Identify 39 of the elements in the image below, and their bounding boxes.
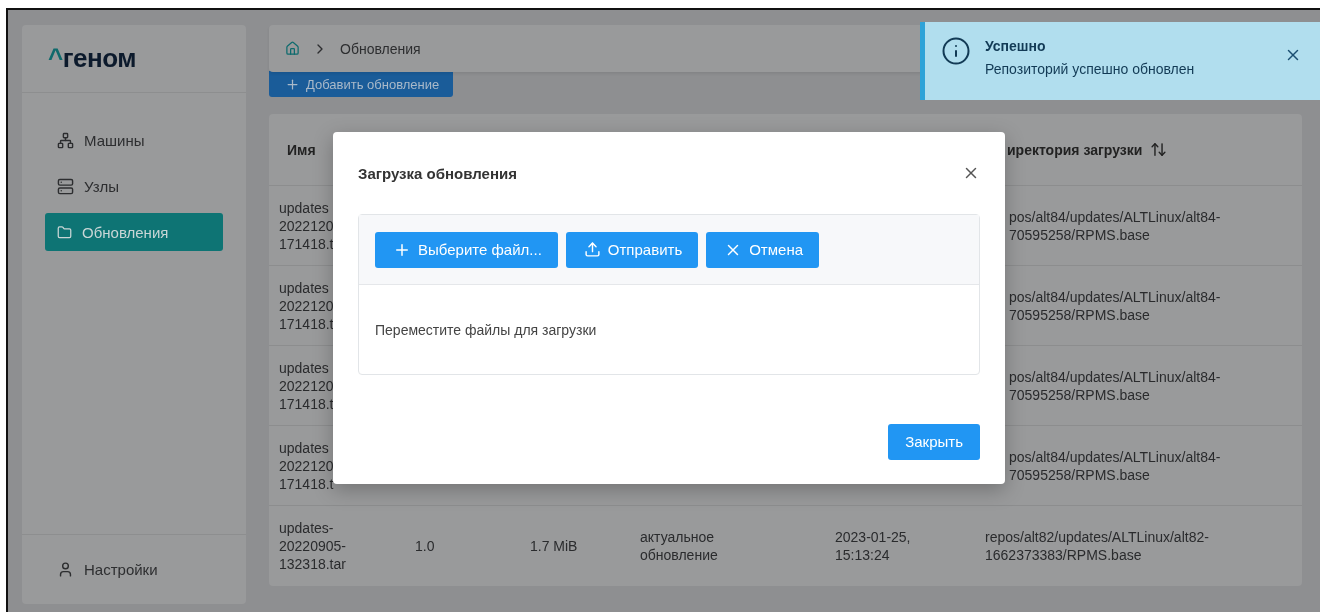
table-cell: updates 2022120 171418.t bbox=[279, 198, 334, 253]
server-icon bbox=[57, 177, 74, 195]
table-cell: 1.0 bbox=[415, 537, 435, 555]
table-cell: 2023-01-25, 15:13:24 bbox=[835, 528, 911, 564]
table-cell: updates 2022120 171418.t bbox=[279, 278, 334, 333]
nav-item[interactable]: Машины bbox=[45, 121, 223, 159]
folder-icon bbox=[57, 224, 72, 240]
upload-button[interactable]: Отправить bbox=[565, 231, 699, 268]
nav-item[interactable]: Обновления bbox=[45, 213, 223, 251]
dialog-title: Загрузка обновления bbox=[358, 164, 517, 182]
table-cell: актуальное обновление bbox=[640, 528, 718, 564]
dropzone-hint: Переместите файлы для загрузки bbox=[374, 320, 598, 340]
table-cell: updates 2022120 171418.t bbox=[279, 438, 334, 493]
hierarchy-icon bbox=[57, 131, 74, 149]
table-cell-text: pos/alt84/updates/ALTLinux/alt84- 70595258/RPMS.base bbox=[1008, 447, 1221, 484]
choose-file-button[interactable]: Выберите файл... bbox=[375, 231, 558, 268]
nav-item[interactable]: Узлы bbox=[45, 167, 223, 205]
user-icon bbox=[57, 561, 74, 578]
logo: ^геном bbox=[48, 43, 136, 74]
cancel-button[interactable]: Отмена bbox=[706, 231, 820, 268]
table-cell-text: pos/alt84/updates/ALTLinux/alt84- 70595258/RPMS.base bbox=[1008, 287, 1221, 324]
table-cell: updates- 20220905- 132318.tar bbox=[279, 519, 346, 573]
table-cell: updates 2022120 171418.t bbox=[279, 358, 334, 413]
upload-icon bbox=[583, 241, 601, 258]
close-dialog-button[interactable]: Закрыть bbox=[888, 423, 980, 460]
breadcrumb-current: Обновления bbox=[340, 40, 421, 57]
table-cell-text: pos/alt84/updates/ALTLinux/alt84- 70595258/RPMS.base bbox=[1008, 367, 1221, 404]
table-cell-text: pos/alt84/updates/ALTLinux/alt84- 70595258/RPMS.base bbox=[1008, 207, 1221, 244]
column-header[interactable]: иректория загрузки bbox=[1007, 141, 1143, 158]
toast-title: Успешно bbox=[985, 38, 1047, 54]
plus-icon bbox=[285, 76, 300, 92]
sort-icon[interactable] bbox=[1150, 141, 1168, 158]
column-header[interactable]: Имя bbox=[287, 141, 316, 158]
settings-link[interactable]: Настройки bbox=[22, 534, 246, 604]
info-icon bbox=[941, 36, 971, 66]
table-cell: 1.7 MiB bbox=[530, 537, 578, 555]
table-cell: repos/alt82/updates/ALTLinux/alt82- 1662373383/RPMS.base bbox=[985, 528, 1209, 564]
toast-message: Репозиторий успешно обновлен bbox=[985, 61, 1196, 77]
add-update-button[interactable]: Добавить обновление bbox=[269, 71, 454, 97]
